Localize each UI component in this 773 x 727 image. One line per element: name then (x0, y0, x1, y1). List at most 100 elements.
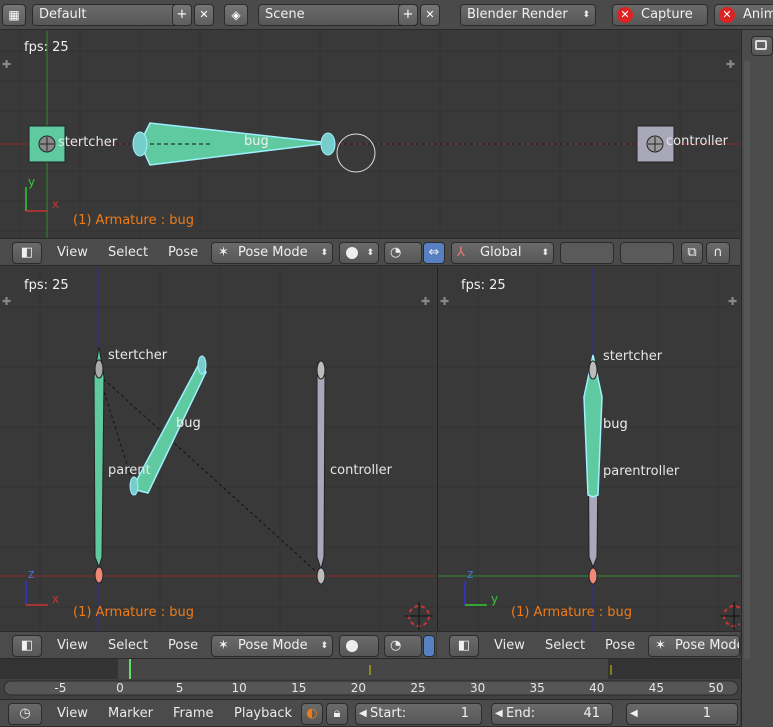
svg-text:x: x (52, 197, 59, 211)
keyframe-button[interactable]: ◐ (301, 703, 323, 725)
current-frame-field[interactable]: ◀ 1 (626, 703, 738, 725)
pivot-icon: ◔ (390, 638, 402, 653)
lock-button[interactable]: 🔒︎ (326, 703, 348, 725)
3d-cursor[interactable] (405, 602, 433, 630)
sphere-icon (346, 247, 358, 259)
viewport-top-header: ◧ View Select Pose ✶ Pose Mode ⬍ ⬍ ◔ ⇔ ⅄… (0, 238, 740, 266)
editor-type-button[interactable]: ◧ (12, 242, 42, 264)
anim-button[interactable]: ✕ Anim (714, 4, 773, 26)
capture-label: Capture (641, 7, 693, 22)
timeline-area[interactable]: -5 0 5 10 15 20 25 30 35 40 45 50 (0, 659, 740, 699)
timeline-scrollbar[interactable] (3, 680, 739, 696)
viewport-left[interactable]: z x stertcher bug parent controller fps:… (0, 267, 435, 631)
add-scene-button[interactable]: + (398, 4, 418, 26)
stretcher-bone[interactable] (93, 346, 105, 569)
fps-readout: fps: 25 (24, 40, 69, 55)
timeline-canvas: -5 0 5 10 15 20 25 30 35 40 45 50 (0, 659, 740, 696)
svg-text:y: y (491, 592, 498, 606)
updown-icon: ⬍ (541, 248, 549, 258)
scrollbar[interactable] (744, 60, 750, 660)
delete-layout-button[interactable]: ✕ (194, 4, 214, 26)
controller-bone[interactable] (316, 361, 326, 571)
left-arrow-icon: ◀ (495, 708, 503, 719)
viewport-left-canvas: z x stertcher bug parent controller (0, 267, 435, 631)
shading-select[interactable] (339, 635, 379, 657)
menu-pose[interactable]: Pose (605, 638, 635, 653)
layers-grid-b[interactable] (620, 242, 674, 264)
editor-type-button[interactable]: ◷ (8, 703, 42, 725)
parent-controller-label: parentroller (603, 464, 680, 479)
stretcher-label: stertcher (108, 348, 168, 363)
timeline-tick-label: 45 (649, 681, 664, 695)
pose-copy-icon: ⧉ (687, 245, 697, 260)
timeline-header: ◷ View Marker Frame Playback ◐ 🔒︎ ◀ Star… (0, 699, 740, 727)
bug-bone[interactable] (139, 122, 331, 166)
scene-field[interactable]: Scene (258, 4, 418, 26)
menu-view[interactable]: View (57, 245, 88, 260)
menu-playback[interactable]: Playback (234, 706, 292, 721)
shading-select[interactable]: ⬍ (339, 242, 379, 264)
menu-select[interactable]: Select (108, 638, 148, 653)
start-frame-field[interactable]: ◀ Start: 1 (355, 703, 482, 725)
mode-select[interactable]: ✶ Pose Mode (648, 635, 740, 657)
end-frame-field[interactable]: ◀ End: 41 (491, 703, 613, 725)
mode-value: Pose Mode (238, 638, 308, 653)
add-layout-button[interactable]: + (172, 4, 192, 26)
mode-select[interactable]: ✶ Pose Mode ⬍ (211, 242, 333, 264)
svg-text:y: y (28, 175, 35, 189)
menu-pose[interactable]: Pose (168, 638, 198, 653)
fps-readout: fps: 25 (461, 278, 506, 293)
menu-select[interactable]: Select (108, 245, 148, 260)
properties-button[interactable] (751, 36, 773, 56)
delete-scene-button[interactable]: ✕ (420, 4, 440, 26)
editor-type-button[interactable]: ◧ (449, 635, 479, 657)
plus-icon[interactable]: ✚ (421, 295, 430, 308)
plus-icon[interactable]: ✚ (728, 295, 737, 308)
3d-cursor[interactable] (720, 602, 740, 630)
render-engine-select[interactable]: Blender Render ⬍ (460, 4, 596, 26)
layers-grid-a[interactable] (560, 242, 614, 264)
menu-pose[interactable]: Pose (168, 245, 198, 260)
manipulator-toggle[interactable]: ⇔ (423, 242, 445, 264)
plus-icon[interactable]: ✚ (2, 58, 11, 71)
close-circle-icon: ✕ (719, 7, 735, 23)
mode-select[interactable]: ✶ Pose Mode ⬍ (211, 635, 333, 657)
auto-merge-button[interactable]: ∩ (706, 242, 730, 264)
viewport-right[interactable]: z y stertcher bug parentroller fps: 25 (… (437, 267, 740, 631)
manipulator-toggle[interactable] (423, 635, 435, 657)
menu-view[interactable]: View (57, 638, 88, 653)
pivot-select[interactable]: ◔ (384, 242, 422, 264)
layout-icon: ▦ (8, 8, 20, 22)
orientation-select[interactable]: ⅄ Global ⬍ (451, 242, 554, 264)
close-circle-icon: ✕ (617, 7, 633, 23)
plus-icon[interactable]: ✚ (2, 295, 11, 308)
controller-label: controller (666, 134, 729, 149)
controller-label: controller (330, 463, 393, 478)
screen-layout-field[interactable]: Default (32, 4, 192, 26)
stretcher-label: stertcher (58, 135, 118, 150)
editor-type-button[interactable]: ▦ (2, 4, 26, 26)
menu-select[interactable]: Select (545, 638, 585, 653)
viewport-left-header: ◧ View Select Pose ✶ Pose Mode ⬍ ◔ (0, 631, 436, 659)
cube-icon: ◧ (457, 638, 471, 653)
end-label: End: (506, 706, 536, 721)
pivot-select[interactable]: ◔ (384, 635, 422, 657)
cube-icon: ◧ (20, 245, 34, 260)
menu-view[interactable]: View (494, 638, 525, 653)
menu-frame[interactable]: Frame (173, 706, 214, 721)
cursor-circle (336, 133, 376, 173)
scene-browse-button[interactable]: ◈ (224, 4, 248, 26)
pose-copy-button[interactable]: ⧉ (681, 242, 703, 264)
viewport-top-canvas: y x stertcher bug controller (0, 31, 740, 238)
viewport-right-canvas: z y stertcher bug parentroller (438, 267, 740, 631)
capture-button[interactable]: ✕ Capture (612, 4, 708, 26)
plus-icon[interactable]: ✚ (726, 58, 735, 71)
editor-type-button[interactable]: ◧ (12, 635, 42, 657)
axis-gizmo: z y (464, 567, 498, 606)
menu-marker[interactable]: Marker (108, 706, 153, 721)
plus-icon[interactable]: ✚ (440, 295, 449, 308)
viewport-top[interactable]: y x stertcher bug controller fps: 25 (1)… (0, 31, 740, 238)
stretcher-label: stertcher (603, 349, 663, 364)
menu-view[interactable]: View (57, 706, 88, 721)
updown-icon: ⬍ (366, 248, 374, 258)
